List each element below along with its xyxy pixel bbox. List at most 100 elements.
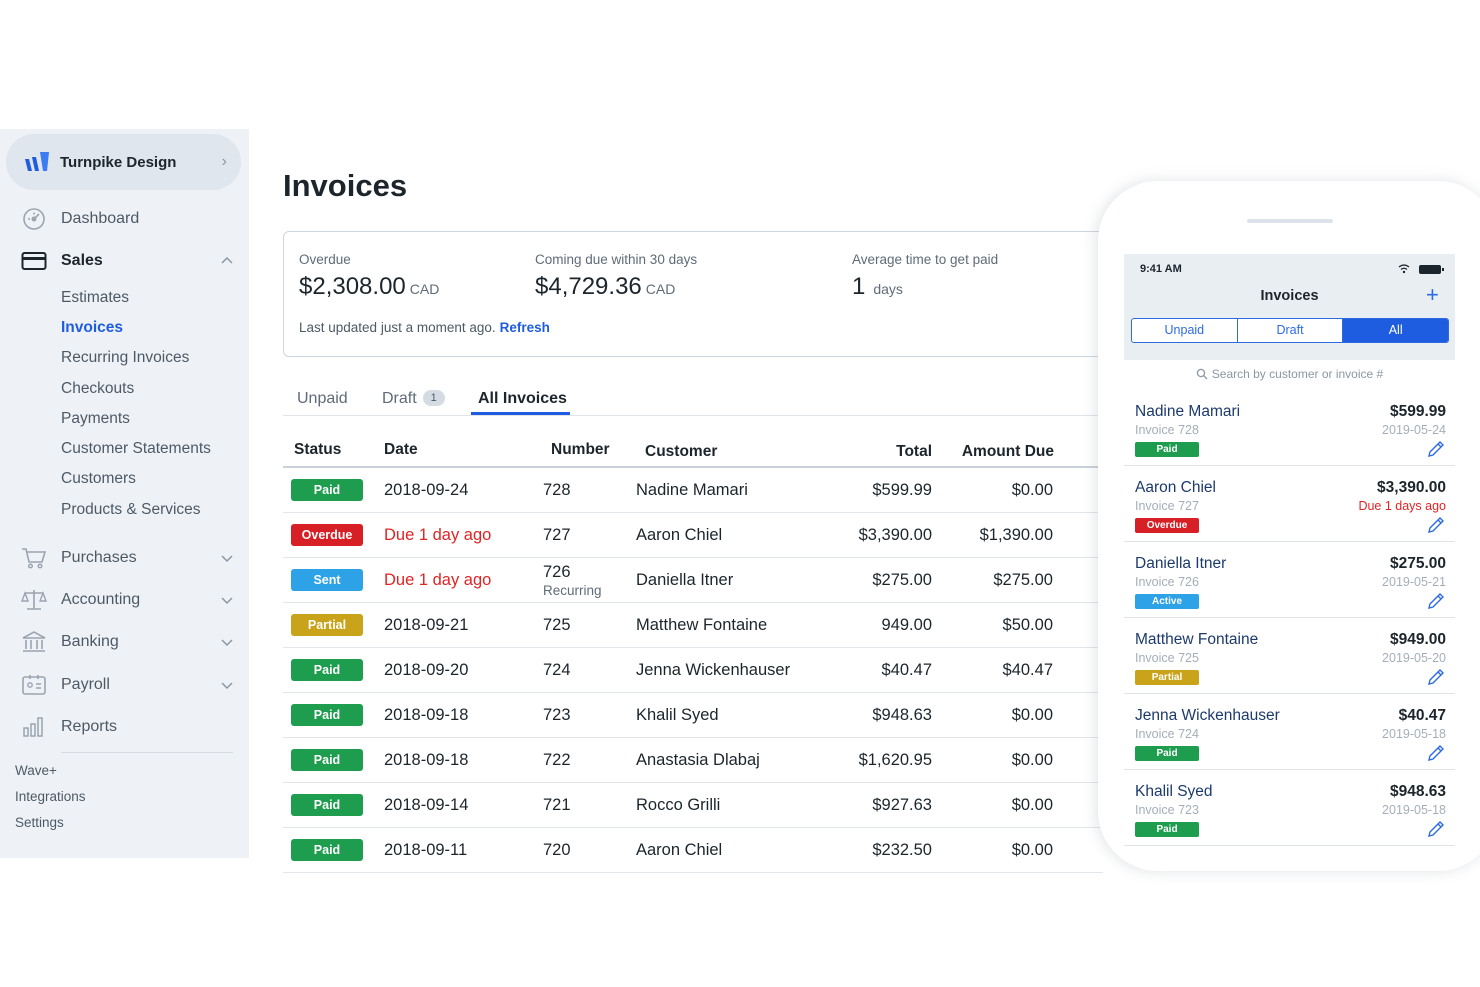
segment-all[interactable]: All [1343, 319, 1448, 342]
col-status[interactable]: Status [294, 441, 341, 459]
nav-payroll[interactable]: Payroll [0, 670, 249, 700]
invoice-total: $948.63 [872, 706, 932, 724]
coming-due-label: Coming due within 30 days [535, 252, 698, 267]
mobile-invoice-list: Nadine Mamari $599.99 Invoice 728 2019-05-2… [1124, 390, 1455, 846]
nav-integrations[interactable]: Integrations [15, 789, 86, 804]
nav-purchases[interactable]: Purchases [0, 543, 249, 573]
nav-invoices[interactable]: Invoices [61, 319, 123, 337]
invoice-total: $599.99 [872, 481, 932, 499]
refresh-link[interactable]: Refresh [500, 320, 550, 335]
invoice-number: 725 [543, 616, 571, 634]
nav-accounting[interactable]: Accounting [0, 585, 249, 615]
mobile-status-badge: Paid [1135, 822, 1199, 837]
nav-customers[interactable]: Customers [61, 470, 136, 488]
nav-label: Sales [61, 252, 103, 269]
mobile-invoice-item[interactable]: Matthew Fontaine $949.00 Invoice 725 2019-0… [1124, 618, 1455, 694]
status-badge: Paid [291, 749, 363, 771]
mobile-amount: $599.99 [1389, 403, 1446, 420]
nav-sales[interactable]: Sales [0, 246, 249, 276]
table-row[interactable]: Overdue Due 1 day ago 727 Aaron Chiel $3,390… [283, 513, 1103, 558]
invoice-amount-due: $0.00 [1011, 751, 1053, 769]
invoice-date: 2018-09-18 [384, 751, 469, 769]
edit-pencil-icon[interactable] [1426, 440, 1446, 458]
nav-recurring-invoices[interactable]: Recurring Invoices [61, 349, 189, 367]
mobile-date: 2019-05-18 [1382, 803, 1446, 817]
edit-pencil-icon[interactable] [1426, 820, 1446, 838]
mobile-invoice-item[interactable]: Daniella Itner $275.00 Invoice 726 2019-05-… [1124, 542, 1455, 618]
avg-time-number: 1 [852, 273, 866, 300]
mobile-search[interactable]: Search by customer or invoice # [1124, 360, 1455, 390]
invoice-date: 2018-09-18 [384, 706, 469, 724]
table-row[interactable]: Paid 2018-09-24 728 Nadine Mamari $599.99 $0.… [283, 468, 1103, 513]
tab-draft-label: Draft [382, 390, 417, 407]
col-customer[interactable]: Customer [645, 443, 717, 461]
mobile-invoice-item[interactable]: Khalil Syed $948.63 Invoice 723 2019-05-18 P… [1124, 770, 1455, 846]
sidebar-divider [61, 752, 233, 753]
mobile-invoice-item[interactable]: Nadine Mamari $599.99 Invoice 728 2019-05-2… [1124, 390, 1455, 466]
table-row[interactable]: Paid 2018-09-11 720 Aaron Chiel $232.50 $0.00 [283, 828, 1103, 873]
invoice-date: 2018-09-24 [384, 481, 469, 499]
invoice-date: 2018-09-21 [384, 616, 469, 634]
last-updated: Last updated just a moment ago. Refresh [299, 320, 550, 335]
mobile-customer-name: Khalil Syed [1135, 783, 1213, 800]
invoice-amount-due: $0.00 [1011, 706, 1053, 724]
col-date[interactable]: Date [384, 441, 418, 459]
phone-speaker [1247, 219, 1333, 223]
nav-dashboard[interactable]: Dashboard [0, 204, 249, 234]
nav-wave-plus[interactable]: Wave+ [15, 763, 57, 778]
nav-settings[interactable]: Settings [15, 815, 64, 830]
nav-label: Dashboard [61, 210, 140, 227]
invoice-number: 728 [543, 481, 571, 499]
edit-pencil-icon[interactable] [1426, 516, 1446, 534]
segment-unpaid[interactable]: Unpaid [1132, 319, 1238, 342]
mobile-invoice-item[interactable]: Aaron Chiel $3,390.00 Invoice 727 Due 1 day… [1124, 466, 1455, 542]
nav-reports[interactable]: Reports [0, 712, 249, 742]
mobile-invoice-number: Invoice 726 [1135, 575, 1199, 589]
nav-products-services[interactable]: Products & Services [61, 501, 201, 519]
table-row[interactable]: Paid 2018-09-14 721 Rocco Grilli $927.63 $0.0… [283, 783, 1103, 828]
mobile-customer-name: Nadine Mamari [1135, 403, 1241, 420]
days-label: days [873, 281, 903, 297]
add-invoice-icon[interactable]: + [1426, 284, 1439, 306]
nav-banking[interactable]: Banking [0, 627, 249, 657]
wave-logo-icon [25, 152, 49, 171]
edit-pencil-icon[interactable] [1426, 592, 1446, 610]
segment-draft[interactable]: Draft [1238, 319, 1344, 342]
table-row[interactable]: Paid 2018-09-20 724 Jenna Wickenhauser $40.4… [283, 648, 1103, 693]
mobile-status-badge: Paid [1135, 746, 1199, 761]
edit-pencil-icon[interactable] [1426, 744, 1446, 762]
table-header: Status Date Number Customer Total Amount… [283, 430, 1103, 468]
draft-count-badge: 1 [422, 390, 445, 406]
invoice-customer: Aaron Chiel [636, 841, 723, 859]
nav-checkouts[interactable]: Checkouts [61, 380, 134, 398]
table-row[interactable]: Paid 2018-09-18 723 Khalil Syed $948.63 $0.00 [283, 693, 1103, 738]
dashboard-icon [21, 207, 47, 231]
invoice-date: 2018-09-20 [384, 661, 469, 679]
nav-payments[interactable]: Payments [61, 410, 130, 428]
col-number[interactable]: Number [551, 441, 610, 459]
col-amount-due[interactable]: Amount Due [962, 443, 1054, 461]
nav-label: Purchases [61, 549, 137, 566]
recurring-label: Recurring [543, 583, 602, 598]
page-title: Invoices [283, 168, 408, 203]
edit-pencil-icon[interactable] [1426, 668, 1446, 686]
invoice-total: $1,620.95 [858, 751, 932, 769]
col-total[interactable]: Total [896, 443, 932, 461]
mobile-invoice-item[interactable]: Jenna Wickenhauser $40.47 Invoice 724 2019-… [1124, 694, 1455, 770]
status-badge: Overdue [291, 524, 363, 546]
table-body: Paid 2018-09-24 728 Nadine Mamari $599.99 $0.… [283, 468, 1103, 873]
business-switcher[interactable]: Turnpike Design › [6, 134, 241, 190]
tab-draft[interactable]: Draft 1 [382, 390, 445, 408]
currency-label: CAD [645, 281, 676, 297]
table-row[interactable]: Sent Due 1 day ago 726 Recurring Daniella It… [283, 558, 1103, 603]
table-row[interactable]: Paid 2018-09-18 722 Anastasia Dlabaj $1,620.… [283, 738, 1103, 783]
nav-customer-statements[interactable]: Customer Statements [61, 440, 211, 458]
tab-unpaid[interactable]: Unpaid [297, 390, 348, 408]
invoice-amount-due: $40.47 [1002, 661, 1053, 679]
status-badge: Sent [291, 569, 363, 591]
table-row[interactable]: Partial 2018-09-21 725 Matthew Fontaine 949.… [283, 603, 1103, 648]
invoice-date: Due 1 day ago [384, 571, 492, 589]
cart-icon [21, 546, 47, 570]
tab-all-invoices[interactable]: All Invoices [478, 390, 567, 408]
nav-estimates[interactable]: Estimates [61, 289, 129, 307]
